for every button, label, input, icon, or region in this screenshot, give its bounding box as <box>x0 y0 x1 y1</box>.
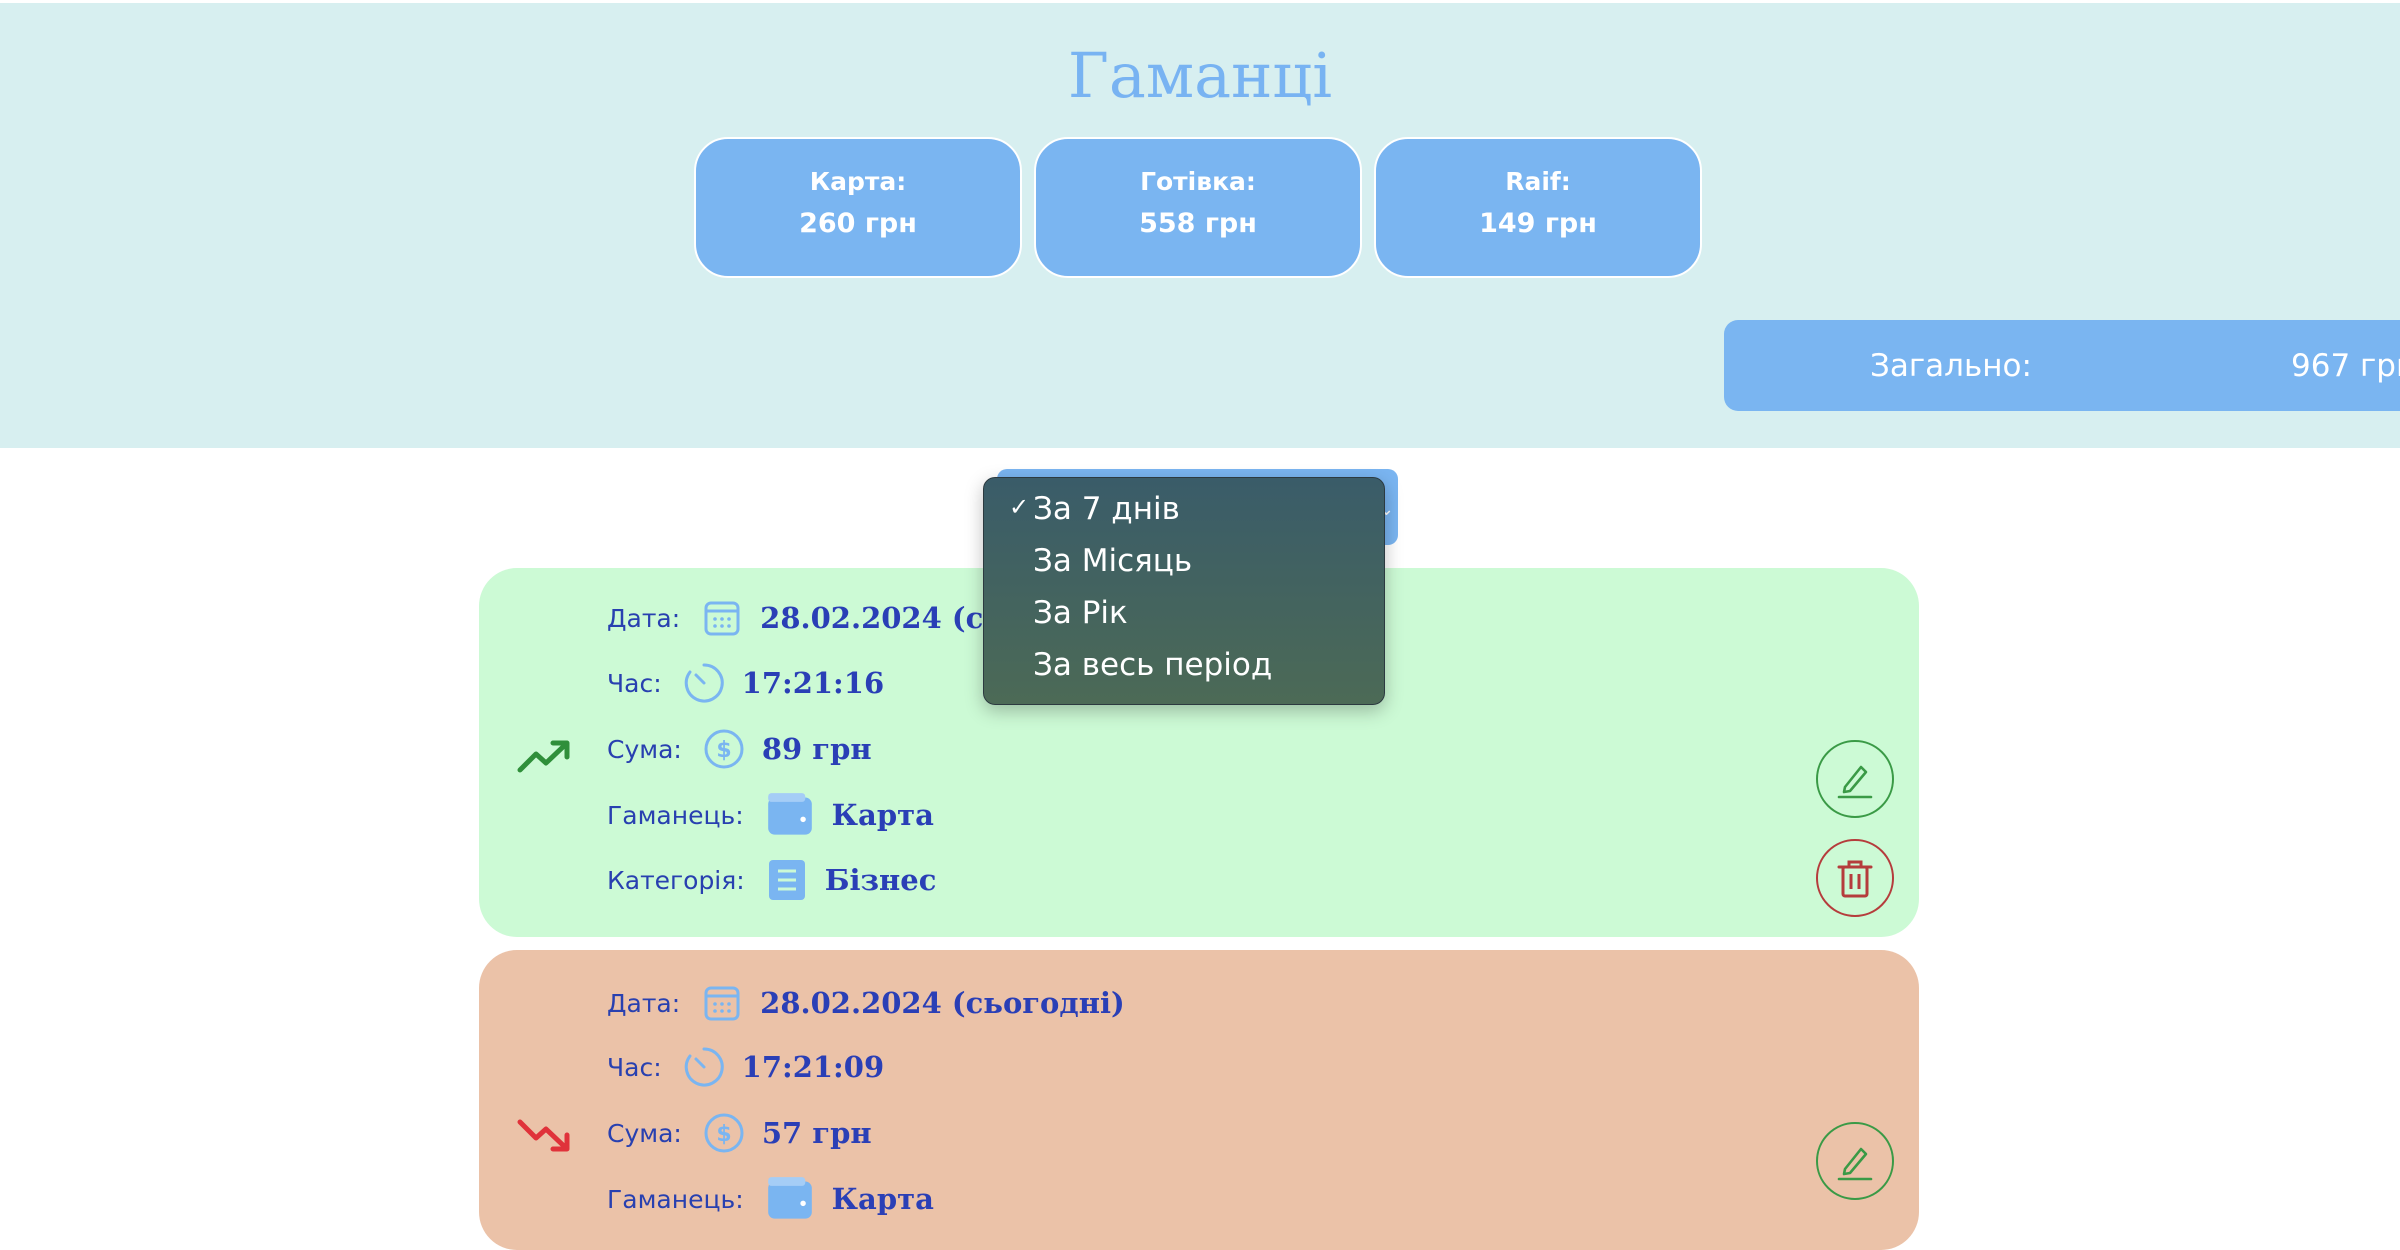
wallet-row: Гаманець: Карта <box>607 790 934 840</box>
time-label: Час: <box>607 668 662 698</box>
sum-row: Сума: $ 57 грн <box>607 1108 872 1158</box>
edit-button[interactable] <box>1816 1122 1894 1200</box>
date-row: Дата: 28.02.2024 (сьогодні) <box>607 978 1125 1028</box>
svg-text:$: $ <box>716 738 731 763</box>
edit-button[interactable] <box>1816 740 1894 818</box>
category-label: Категорія: <box>607 865 745 895</box>
category-row: Категорія: Бізнес <box>607 855 936 905</box>
period-option-year[interactable]: За Рік <box>1033 595 1128 631</box>
wallet-name: Карта: <box>809 167 907 196</box>
wallet-label: Гаманець: <box>607 1184 744 1214</box>
option-label: За Місяць <box>1033 543 1193 579</box>
calendar-icon <box>704 986 740 1021</box>
timer-icon <box>684 1047 724 1087</box>
edit-icon <box>1837 765 1873 799</box>
wallet-value: Карта <box>831 798 934 832</box>
time-row: Час: 17:21:09 <box>607 1042 884 1092</box>
option-label: За 7 днів <box>1033 491 1180 527</box>
wallet-card-raif[interactable]: Raif: 149 грн <box>1374 137 1702 278</box>
trend-down-icon <box>517 1119 570 1152</box>
wallet-row: Гаманець: Карта <box>607 1174 934 1224</box>
period-dropdown-menu: ✓ За 7 днів За Місяць За Рік За весь пер… <box>983 477 1385 705</box>
time-row: Час: 17:21:16 <box>607 658 884 708</box>
wallet-icon <box>767 793 812 835</box>
sum-value: 57 грн <box>761 1116 872 1150</box>
sum-label: Сума: <box>607 734 682 764</box>
wallet-amount: 260 грн <box>799 208 917 239</box>
category-icon <box>768 860 805 900</box>
wallet-card-karta[interactable]: Карта: 260 грн <box>694 137 1022 278</box>
wallet-name: Готівка: <box>1140 167 1256 196</box>
date-label: Дата: <box>607 988 681 1018</box>
dollar-icon: $ <box>704 1113 744 1153</box>
wallet-card-cash[interactable]: Готівка: 558 грн <box>1034 137 1362 278</box>
page-title: Гаманці <box>1067 39 1333 112</box>
date-value: 28.02.2024 (сьогодні) <box>760 986 1125 1020</box>
period-option-7-days[interactable]: ✓ За 7 днів <box>1009 491 1180 527</box>
timer-icon <box>684 663 724 703</box>
wallet-label: Гаманець: <box>607 800 744 830</box>
wallet-icon <box>767 1177 812 1219</box>
wallet-name: Raif: <box>1505 167 1571 196</box>
total-value: 967 грн <box>2291 348 2400 384</box>
wallet-value: Карта <box>831 1182 934 1216</box>
svg-text:$: $ <box>716 1122 731 1147</box>
calendar-icon <box>704 601 740 636</box>
time-value: 17:21:09 <box>741 1050 885 1084</box>
wallet-amount: 149 грн <box>1479 208 1597 239</box>
wallet-amount: 558 грн <box>1139 208 1257 239</box>
period-option-month[interactable]: За Місяць <box>1033 543 1192 579</box>
wallets-header: Гаманці Карта: 260 грн Готівка: 558 грн … <box>0 3 2400 448</box>
delete-button[interactable] <box>1816 839 1894 917</box>
period-option-all-time[interactable]: За весь період <box>1033 647 1272 683</box>
sum-value: 89 грн <box>761 732 872 766</box>
dollar-icon: $ <box>704 729 744 769</box>
total-balance-bar: Загально: 967 грн <box>1724 320 2400 411</box>
edit-icon <box>1837 1147 1873 1181</box>
sum-row: Сума: $ 89 грн <box>607 724 872 774</box>
time-label: Час: <box>607 1052 662 1082</box>
trend-up-icon <box>517 740 570 773</box>
date-label: Дата: <box>607 603 681 633</box>
time-value: 17:21:16 <box>741 666 885 700</box>
sum-label: Сума: <box>607 1118 682 1148</box>
option-label: За весь період <box>1033 647 1273 683</box>
option-label: За Рік <box>1033 595 1128 631</box>
checkmark-icon: ✓ <box>1009 493 1030 521</box>
trash-icon <box>1837 860 1873 898</box>
total-label: Загально: <box>1870 348 2032 384</box>
transaction-card-expense: Дата: 28.02.2024 (сьогодні) Час: 17:21:0… <box>479 950 1919 1250</box>
category-value: Бізнес <box>824 863 937 897</box>
